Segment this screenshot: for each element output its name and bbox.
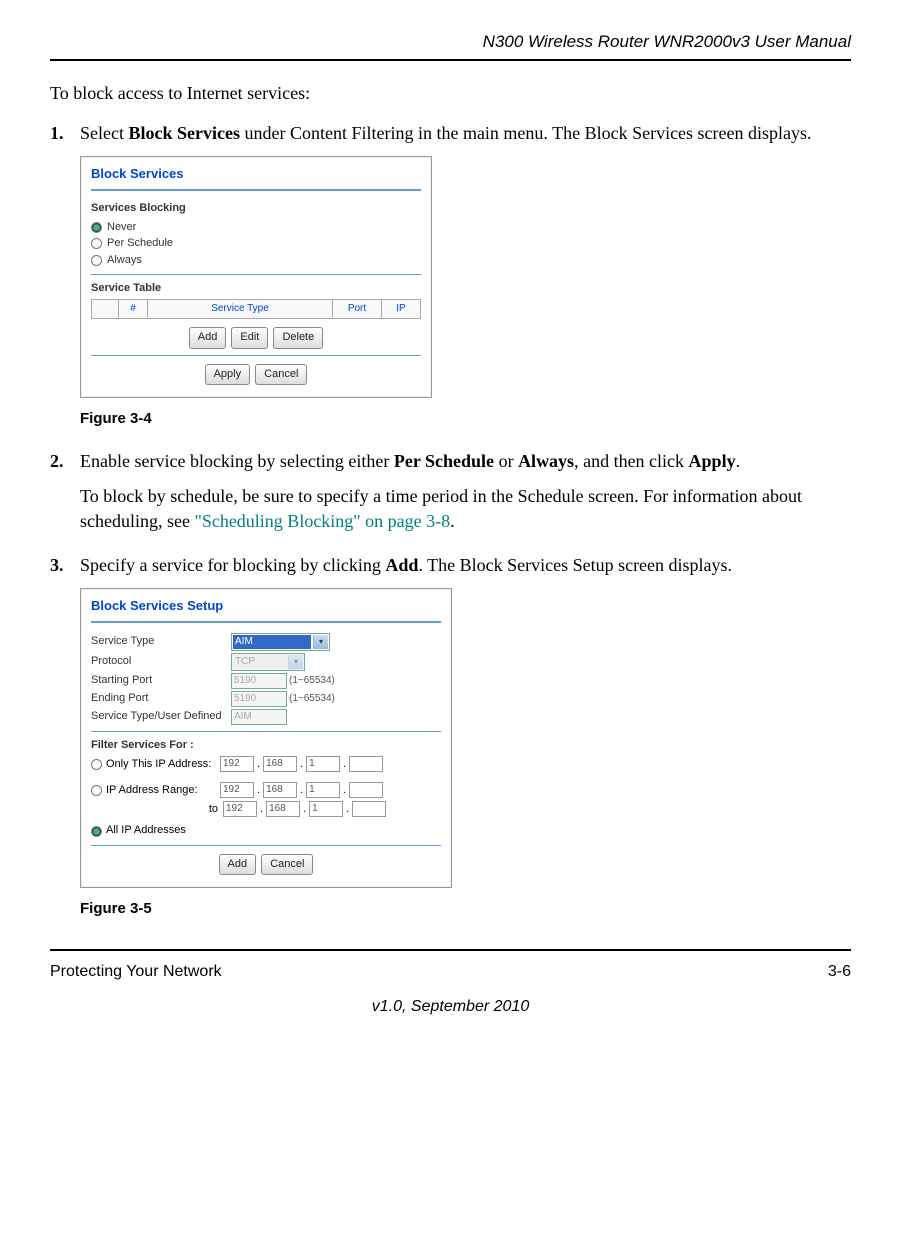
figure-3-5-caption: Figure 3-5 <box>80 898 851 919</box>
fig1-title: Block Services <box>91 165 421 183</box>
fig2-user-defined-row: Service Type/User Defined AIM <box>91 709 441 725</box>
ip-octet-input[interactable]: 168 <box>263 782 297 798</box>
radio-never[interactable] <box>91 222 102 233</box>
fig2-protocol-row: Protocol TCP ▾ <box>91 653 441 671</box>
ip-octet-input[interactable]: 1 <box>306 756 340 772</box>
ip-octet-input[interactable] <box>352 801 386 817</box>
fig2-cancel-button[interactable]: Cancel <box>261 854 313 875</box>
fig1-col-hash: # <box>119 300 148 319</box>
step-2: 2. Enable service blocking by selecting … <box>50 449 851 535</box>
step-2-p2: To block by schedule, be sure to specify… <box>80 484 851 534</box>
fig1-radio-per-schedule[interactable]: Per Schedule <box>91 236 421 251</box>
fig1-col-type: Service Type <box>148 300 333 319</box>
fig1-radio-always[interactable]: Always <box>91 253 421 268</box>
fig1-cancel-button[interactable]: Cancel <box>255 364 307 385</box>
step-1-num: 1. <box>50 121 64 146</box>
radio-only-ip[interactable] <box>91 759 102 770</box>
fig2-hr2 <box>91 731 441 732</box>
fig1-service-table: # Service Type Port IP <box>91 299 421 319</box>
step-2-text: Enable service blocking by selecting eit… <box>80 451 740 471</box>
fig2-all-ip-row[interactable]: All IP Addresses <box>91 823 441 838</box>
ip-octet-input[interactable] <box>349 756 383 772</box>
fig1-edit-button[interactable]: Edit <box>231 327 268 348</box>
fig1-services-blocking-label: Services Blocking <box>91 201 421 216</box>
fig1-hr3 <box>91 355 421 356</box>
ip-octet-input[interactable]: 192 <box>220 782 254 798</box>
ip-octet-input[interactable] <box>349 782 383 798</box>
ip-octet-input[interactable]: 168 <box>263 756 297 772</box>
radio-ip-range[interactable] <box>91 785 102 796</box>
fig1-hr1 <box>91 189 421 191</box>
fig2-hr3 <box>91 845 441 846</box>
fig2-ending-port-row: Ending Port 5190 (1~65534) <box>91 691 441 707</box>
fig2-protocol-select[interactable]: TCP ▾ <box>231 653 305 671</box>
fig2-ip-range-row[interactable]: IP Address Range: 192. 168. 1. <box>91 782 441 798</box>
top-rule <box>50 59 851 61</box>
fig2-starting-port-row: Starting Port 5190 (1~65534) <box>91 673 441 689</box>
ip-octet-input[interactable]: 192 <box>220 756 254 772</box>
bottom-rule <box>50 949 851 951</box>
fig2-service-type-row: Service Type AIM ▾ <box>91 633 441 651</box>
radio-all-ip[interactable] <box>91 826 102 837</box>
fig2-add-button[interactable]: Add <box>219 854 257 875</box>
step-3-num: 3. <box>50 553 64 578</box>
ip-octet-input[interactable]: 168 <box>266 801 300 817</box>
fig1-radio-never[interactable]: Never <box>91 220 421 235</box>
step-1: 1. Select Block Services under Content F… <box>50 121 851 429</box>
scheduling-link[interactable]: "Scheduling Blocking" on page 3-8 <box>194 511 450 531</box>
fig1-apply-button[interactable]: Apply <box>205 364 251 385</box>
step-3: 3. Specify a service for blocking by cli… <box>50 553 851 920</box>
fig1-add-button[interactable]: Add <box>189 327 227 348</box>
figure-3-5-screenshot: Block Services Setup Service Type AIM ▾ … <box>80 588 452 888</box>
header-product: N300 Wireless Router WNR2000v3 User Manu… <box>50 30 851 54</box>
fig1-col-port: Port <box>333 300 382 319</box>
fig2-ending-port-input[interactable]: 5190 <box>231 691 287 707</box>
step-2-num: 2. <box>50 449 64 474</box>
figure-3-4-caption: Figure 3-4 <box>80 408 851 429</box>
fig1-service-table-label: Service Table <box>91 281 421 296</box>
fig1-col-ip: IP <box>382 300 421 319</box>
radio-always[interactable] <box>91 255 102 266</box>
chevron-down-icon: ▾ <box>288 655 303 669</box>
step-1-text: Select Block Services under Content Filt… <box>80 123 812 143</box>
fig2-title: Block Services Setup <box>91 597 441 615</box>
fig2-service-type-select[interactable]: AIM ▾ <box>231 633 330 651</box>
fig2-hr1 <box>91 621 441 623</box>
footer-center: v1.0, September 2010 <box>50 996 851 1018</box>
fig2-ip-range-to-row: to 192. 168. 1. <box>91 801 441 817</box>
ip-octet-input[interactable]: 1 <box>309 801 343 817</box>
fig2-only-ip-row[interactable]: Only This IP Address: 192. 168. 1. <box>91 756 441 772</box>
radio-per-schedule[interactable] <box>91 238 102 249</box>
fig2-user-defined-input[interactable]: AIM <box>231 709 287 725</box>
footer-right: 3-6 <box>828 961 851 983</box>
fig2-filter-label: Filter Services For : <box>91 738 441 753</box>
footer-left: Protecting Your Network <box>50 961 222 983</box>
fig1-hr2 <box>91 274 421 275</box>
step-3-text: Specify a service for blocking by clicki… <box>80 555 732 575</box>
fig1-col-blank <box>92 300 119 319</box>
ip-octet-input[interactable]: 1 <box>306 782 340 798</box>
fig2-starting-port-input[interactable]: 5190 <box>231 673 287 689</box>
figure-3-4-screenshot: Block Services Services Blocking Never P… <box>80 156 432 398</box>
footer: Protecting Your Network 3-6 <box>50 961 851 983</box>
intro-text: To block access to Internet services: <box>50 81 851 106</box>
chevron-down-icon: ▾ <box>313 635 328 649</box>
ip-octet-input[interactable]: 192 <box>223 801 257 817</box>
fig1-delete-button[interactable]: Delete <box>273 327 323 348</box>
